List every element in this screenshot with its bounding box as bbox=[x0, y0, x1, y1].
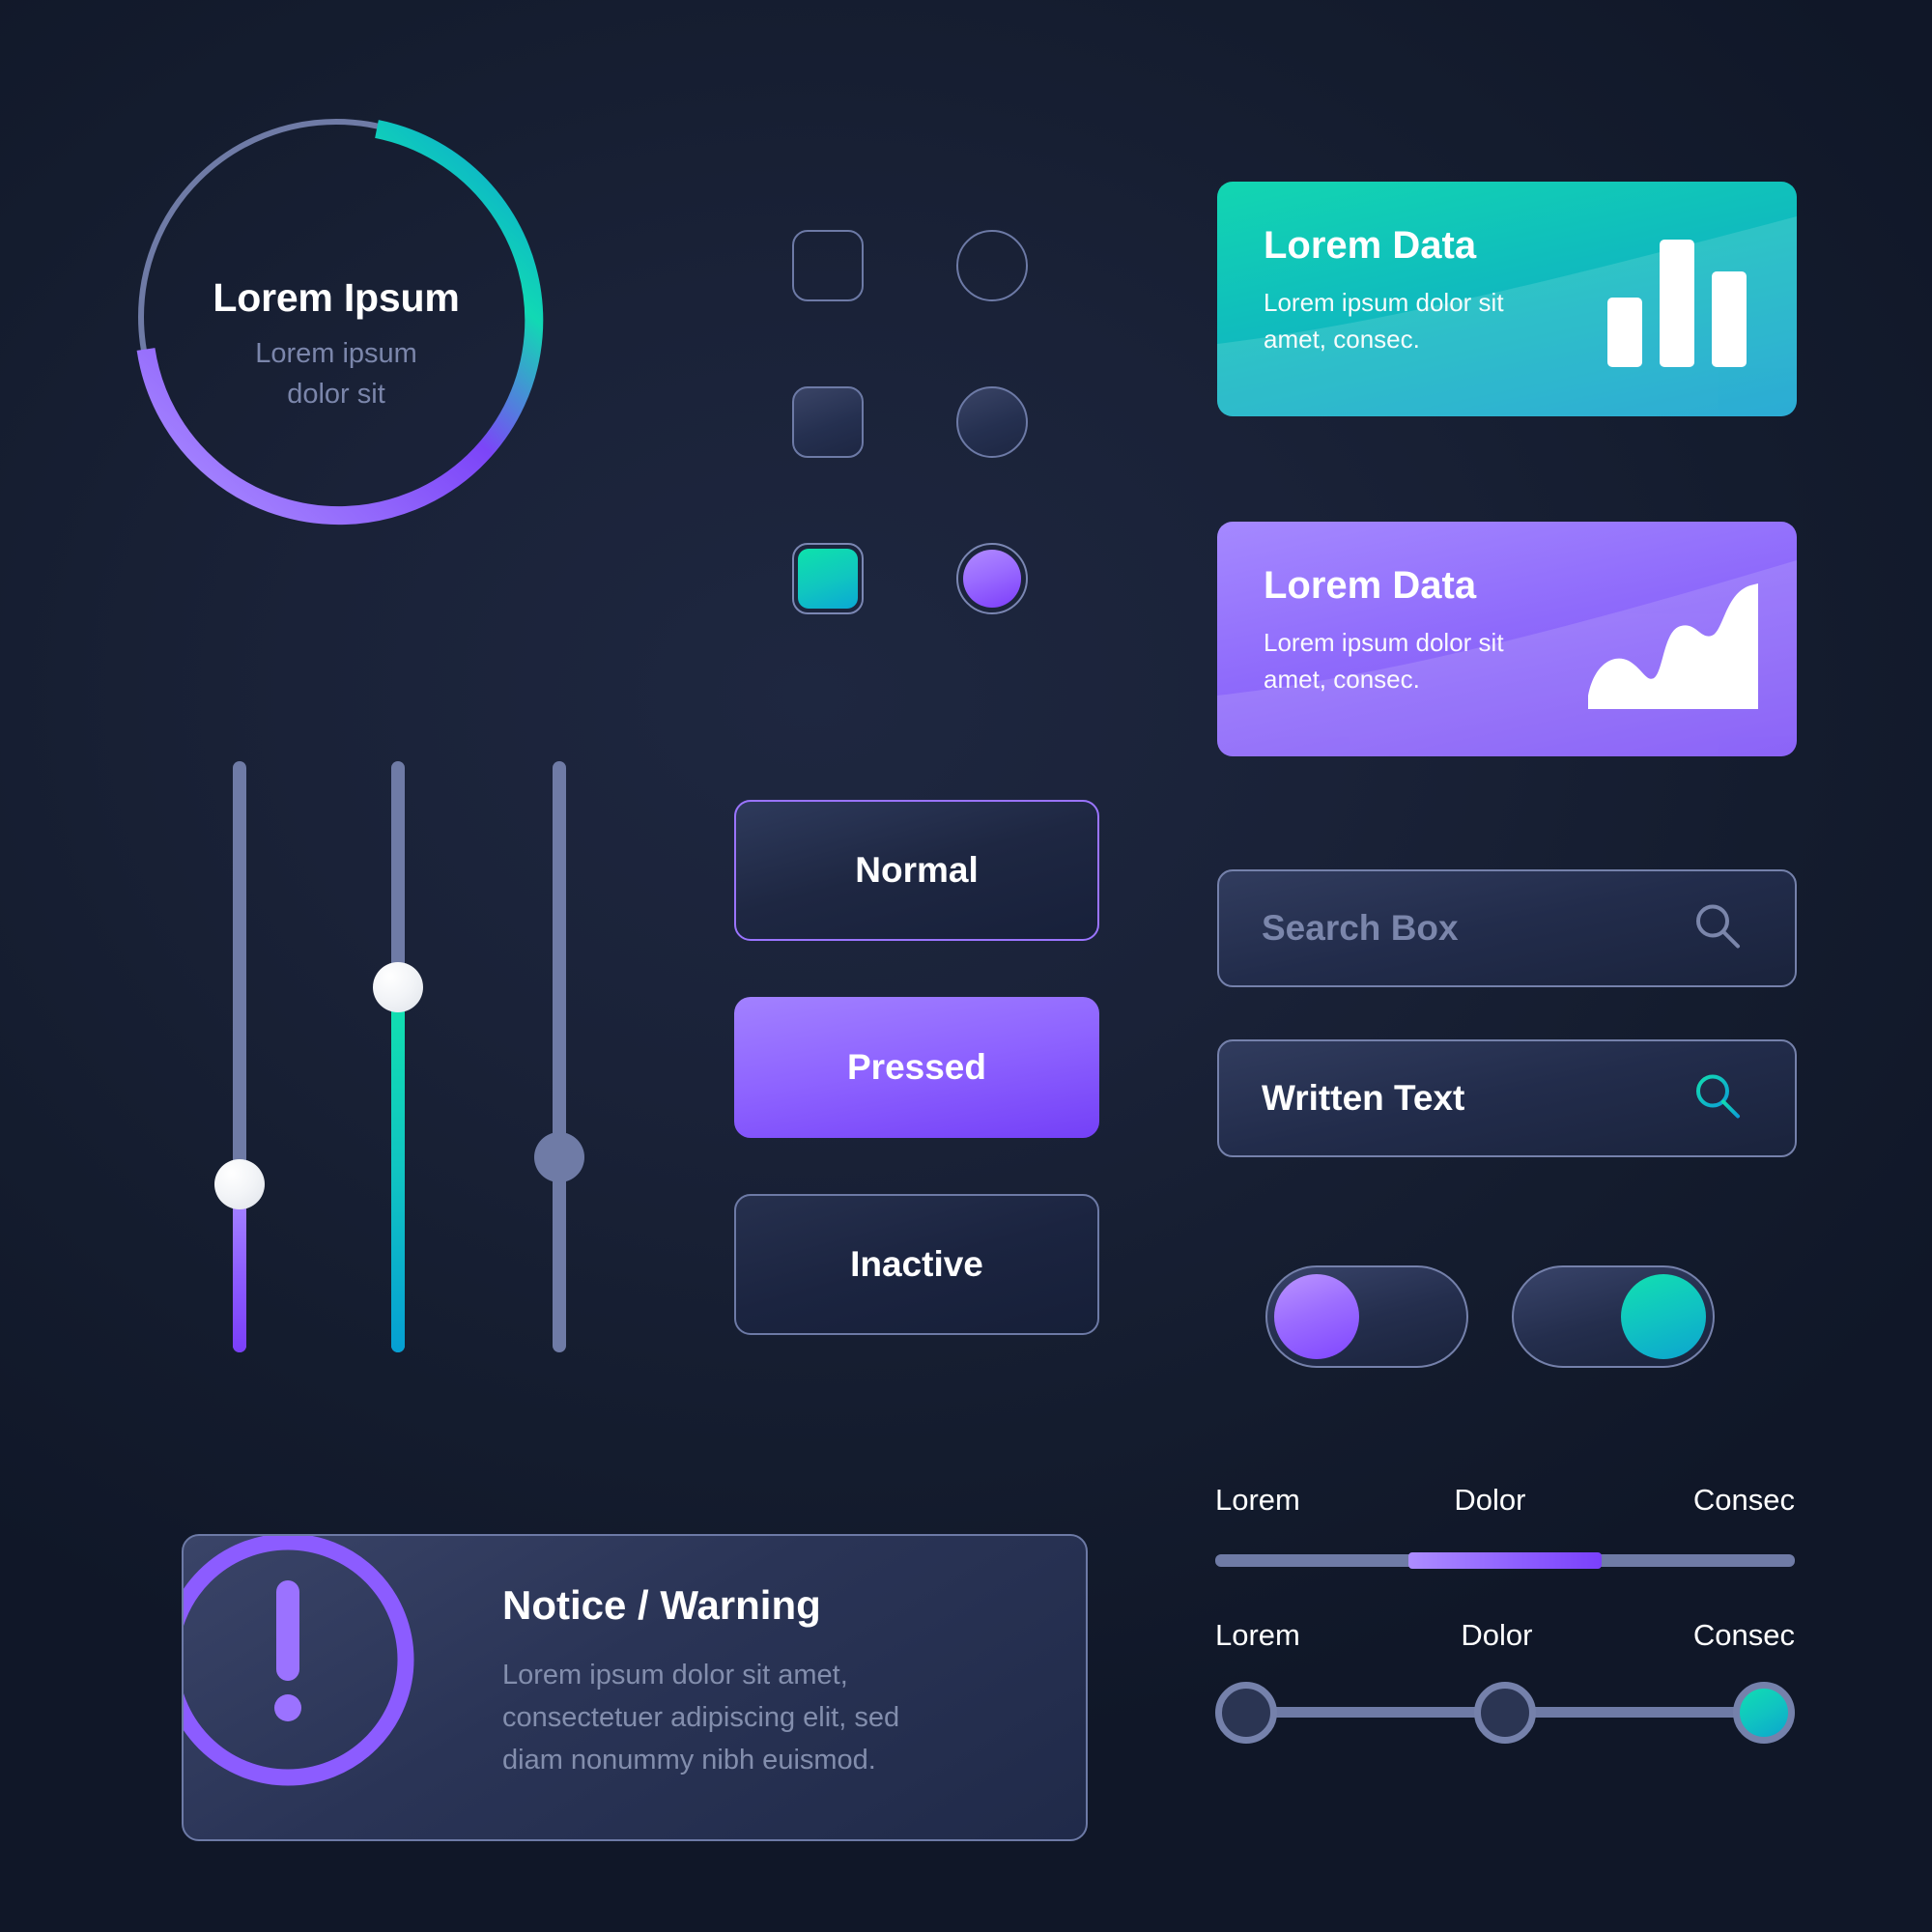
step-label-consec[interactable]: Consec bbox=[1693, 1618, 1795, 1653]
checkbox-fill bbox=[798, 549, 858, 609]
button-normal-label: Normal bbox=[855, 850, 979, 890]
tab-indicator-bar[interactable] bbox=[1215, 1552, 1795, 1569]
radio-hover[interactable] bbox=[956, 386, 1028, 458]
notice-title: Notice / Warning bbox=[502, 1582, 821, 1628]
exclamation-circle-icon bbox=[184, 1536, 433, 1804]
slider-purple-fill bbox=[233, 1184, 246, 1352]
progress-subtitle: Lorem ipsum dolor sit bbox=[255, 334, 417, 413]
button-inactive-label: Inactive bbox=[850, 1244, 983, 1284]
step-indicator-labels: Lorem Dolor Consec bbox=[1215, 1618, 1795, 1653]
tab-indicator: Lorem Dolor Consec bbox=[1215, 1483, 1795, 1569]
notice-warning-panel: Notice / Warning Lorem ipsum dolor sit a… bbox=[182, 1534, 1088, 1841]
search-box-filled[interactable]: Written Text bbox=[1217, 1039, 1797, 1157]
slider-muted-track[interactable] bbox=[553, 761, 566, 1352]
step-node-2[interactable] bbox=[1474, 1682, 1536, 1744]
radio-selected[interactable] bbox=[956, 543, 1028, 614]
bar-chart-icon bbox=[1607, 240, 1752, 372]
toggle-on[interactable] bbox=[1512, 1265, 1715, 1368]
checkbox-unchecked[interactable] bbox=[792, 230, 864, 301]
slider-purple-thumb[interactable] bbox=[214, 1159, 265, 1209]
toggle-off[interactable] bbox=[1265, 1265, 1468, 1368]
card-area-chart[interactable]: Lorem Data Lorem ipsum dolor sit amet, c… bbox=[1217, 522, 1797, 756]
step-label-lorem[interactable]: Lorem bbox=[1215, 1618, 1300, 1653]
notice-text-line1: Lorem ipsum dolor sit amet, bbox=[502, 1660, 848, 1690]
notice-text-line3: diam nonummy nibh euismod. bbox=[502, 1745, 876, 1776]
checkbox-checked[interactable] bbox=[792, 543, 864, 614]
slider-teal-fill bbox=[391, 987, 405, 1352]
button-pressed-label: Pressed bbox=[847, 1047, 986, 1087]
card-bar-chart[interactable]: Lorem Data Lorem ipsum dolor sit amet, c… bbox=[1217, 182, 1797, 416]
slider-teal-thumb[interactable] bbox=[373, 962, 423, 1012]
radio-dot bbox=[963, 550, 1021, 608]
step-node-1[interactable] bbox=[1215, 1682, 1277, 1744]
step-indicator: Lorem Dolor Consec bbox=[1215, 1618, 1795, 1744]
tab-label-consec[interactable]: Consec bbox=[1693, 1483, 1795, 1518]
search-box-empty[interactable]: Search Box bbox=[1217, 869, 1797, 987]
slider-muted-thumb[interactable] bbox=[534, 1132, 584, 1182]
tab-label-lorem[interactable]: Lorem bbox=[1215, 1483, 1300, 1518]
search-icon[interactable] bbox=[1690, 899, 1745, 958]
selection-controls-group bbox=[792, 230, 1121, 614]
button-pressed[interactable]: Pressed bbox=[734, 997, 1099, 1138]
notice-text: Lorem ipsum dolor sit amet, consectetuer… bbox=[502, 1654, 1043, 1781]
button-inactive[interactable]: Inactive bbox=[734, 1194, 1099, 1335]
toggle-on-knob bbox=[1621, 1274, 1706, 1359]
circular-progress: Lorem Ipsum Lorem ipsum dolor sit bbox=[124, 104, 549, 529]
step-node-3[interactable] bbox=[1733, 1682, 1795, 1744]
progress-subtitle-line1: Lorem ipsum bbox=[255, 338, 417, 370]
progress-title: Lorem Ipsum bbox=[213, 275, 460, 321]
radio-unselected[interactable] bbox=[956, 230, 1028, 301]
step-label-dolor[interactable]: Dolor bbox=[1461, 1618, 1532, 1653]
step-indicator-row bbox=[1215, 1682, 1795, 1744]
button-normal[interactable]: Normal bbox=[734, 800, 1099, 941]
notice-text-line2: consectetuer adipiscing elit, sed bbox=[502, 1702, 900, 1734]
notice-body: Notice / Warning Lorem ipsum dolor sit a… bbox=[502, 1582, 1043, 1781]
tab-label-dolor[interactable]: Dolor bbox=[1454, 1483, 1525, 1518]
search-input-placeholder[interactable]: Search Box bbox=[1262, 908, 1459, 949]
search-input-value[interactable]: Written Text bbox=[1262, 1078, 1464, 1119]
toggle-off-knob bbox=[1274, 1274, 1359, 1359]
ui-kit-canvas: Lorem Ipsum Lorem ipsum dolor sit Normal… bbox=[0, 0, 1932, 1932]
area-chart-icon bbox=[1588, 582, 1758, 714]
search-icon-active[interactable] bbox=[1690, 1069, 1745, 1128]
progress-subtitle-line2: dolor sit bbox=[287, 378, 385, 410]
tab-indicator-active bbox=[1407, 1552, 1602, 1569]
checkbox-hover[interactable] bbox=[792, 386, 864, 458]
tab-indicator-labels: Lorem Dolor Consec bbox=[1215, 1483, 1795, 1518]
